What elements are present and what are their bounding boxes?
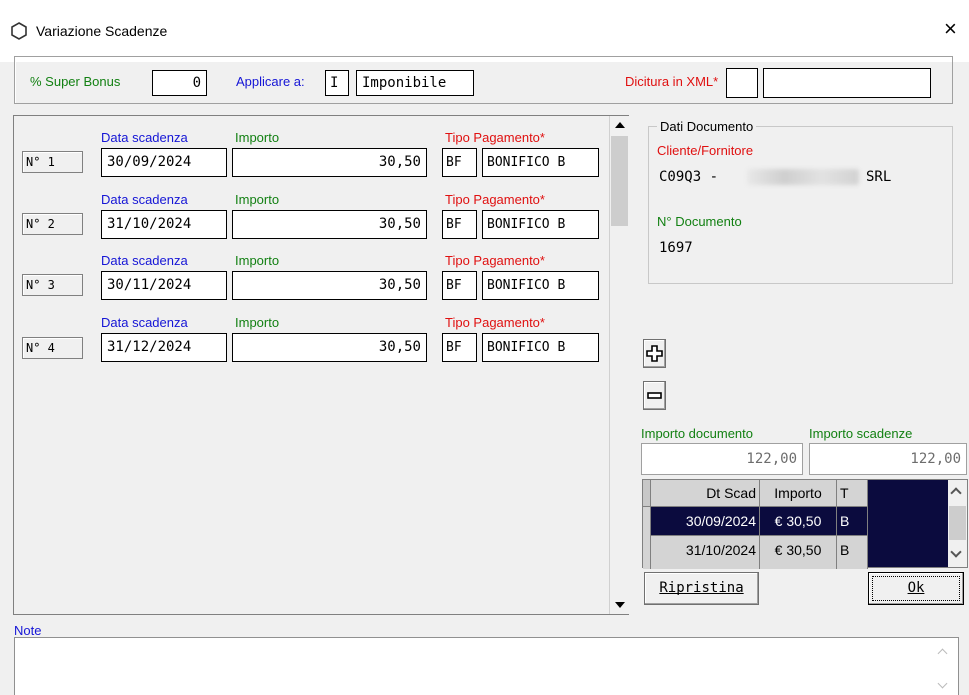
close-icon[interactable]: × xyxy=(944,16,957,42)
grid-cell-amount-2[interactable]: € 30,50 xyxy=(760,535,837,569)
amount-input-4[interactable]: 30,50 xyxy=(232,333,427,362)
scroll-down-icon[interactable] xyxy=(615,602,625,608)
pay-code-input-2[interactable]: BF xyxy=(442,210,477,239)
pay-label-4: Tipo Pagamento* xyxy=(445,315,545,330)
remove-button[interactable] xyxy=(643,381,666,410)
grid-header-blank xyxy=(643,480,651,507)
note-scroll-up-icon[interactable] xyxy=(937,648,948,659)
date-label-2: Data scadenza xyxy=(101,192,188,207)
super-bonus-label: % Super Bonus xyxy=(30,74,121,89)
pay-label-3: Tipo Pagamento* xyxy=(445,253,545,268)
amount-label-2: Importo xyxy=(235,192,280,207)
ripristina-label: Ripristina xyxy=(659,580,744,596)
pay-desc-input-3[interactable]: BONIFICO B xyxy=(482,271,599,300)
importo-scadenze-label: Importo scadenze xyxy=(809,426,913,441)
pay-code-input-3[interactable]: BF xyxy=(442,271,477,300)
pay-desc-input-2[interactable]: BONIFICO B xyxy=(482,210,599,239)
applicare-desc-input[interactable]: Imponibile xyxy=(356,70,474,96)
applicare-code-input[interactable]: I xyxy=(325,70,349,96)
dicitura-desc-input[interactable] xyxy=(763,68,931,98)
pay-code-input-4[interactable]: BF xyxy=(442,333,477,362)
redacted-name xyxy=(747,169,859,185)
pay-label-2: Tipo Pagamento* xyxy=(445,192,545,207)
note-label: Note xyxy=(14,623,42,638)
cliente-suffix: SRL xyxy=(866,169,892,185)
scroll-up-icon[interactable] xyxy=(615,122,625,128)
grid-scroll-thumb[interactable] xyxy=(949,506,966,540)
row-number-2: N° 2 xyxy=(22,213,83,235)
ok-label: Ok xyxy=(907,580,925,596)
date-label-4: Data scadenza xyxy=(101,315,188,330)
grid-scroll-down-icon[interactable] xyxy=(950,546,962,558)
amount-input-2[interactable]: 30,50 xyxy=(232,210,427,239)
pay-desc-input-4[interactable]: BONIFICO B xyxy=(482,333,599,362)
scadenze-grid[interactable]: Dt Scad Importo T 30/09/2024 € 30,50 B 3… xyxy=(642,479,968,569)
amount-input-1[interactable]: 30,50 xyxy=(232,148,427,177)
grid-scrollbar[interactable] xyxy=(948,480,967,567)
grid-header-t: T xyxy=(837,480,868,507)
grid-cell-amount-1[interactable]: € 30,50 xyxy=(760,507,837,535)
date-label-1: Data scadenza xyxy=(101,130,188,145)
window-title: Variazione Scadenze xyxy=(36,23,168,39)
super-bonus-input[interactable]: 0 xyxy=(152,70,207,96)
scroll-thumb[interactable] xyxy=(611,136,628,226)
doc-number-value: 1697 xyxy=(659,240,693,256)
row-number-3: N° 3 xyxy=(22,274,83,296)
amount-input-3[interactable]: 30,50 xyxy=(232,271,427,300)
grid-row-selected-marker xyxy=(643,507,651,535)
note-scroll-down-icon[interactable] xyxy=(937,678,948,689)
applicare-label: Applicare a: xyxy=(236,74,305,89)
date-input-4[interactable]: 31/12/2024 xyxy=(101,333,227,362)
cliente-code: C09Q3 - xyxy=(659,169,719,185)
date-input-1[interactable]: 30/09/2024 xyxy=(101,148,227,177)
row-number-1: N° 1 xyxy=(22,151,83,173)
scadenze-scrollbar[interactable] xyxy=(609,116,629,614)
ripristina-button[interactable]: Ripristina xyxy=(644,572,759,605)
grid-cell-type-1[interactable]: B xyxy=(837,507,868,535)
date-label-3: Data scadenza xyxy=(101,253,188,268)
app-icon xyxy=(10,22,28,40)
note-textarea[interactable] xyxy=(14,637,959,695)
grid-header-dtscad: Dt Scad xyxy=(651,480,760,507)
grid-cell-type-2[interactable]: B xyxy=(837,535,868,569)
ok-button[interactable]: Ok xyxy=(868,572,964,605)
pay-label-1: Tipo Pagamento* xyxy=(445,130,545,145)
grid-scroll-up-icon[interactable] xyxy=(950,487,962,499)
pay-desc-input-1[interactable]: BONIFICO B xyxy=(482,148,599,177)
scadenze-panel xyxy=(13,115,629,615)
dicitura-code-input[interactable] xyxy=(726,68,758,98)
doc-number-label: N° Documento xyxy=(657,214,742,229)
importo-documento-label: Importo documento xyxy=(641,426,754,441)
amount-label-4: Importo xyxy=(235,315,280,330)
row-number-4: N° 4 xyxy=(22,337,83,359)
importo-documento-value: 122,00 xyxy=(641,443,803,475)
add-button[interactable] xyxy=(643,339,666,368)
dati-documento-title: Dati Documento xyxy=(657,119,757,134)
plus-icon xyxy=(646,345,663,362)
amount-label-3: Importo xyxy=(235,253,280,268)
pay-code-input-1[interactable]: BF xyxy=(442,148,477,177)
date-input-2[interactable]: 31/10/2024 xyxy=(101,210,227,239)
importo-scadenze-value: 122,00 xyxy=(809,443,967,475)
amount-label-1: Importo xyxy=(235,130,280,145)
grid-row-marker-2 xyxy=(643,535,651,569)
grid-header-importo: Importo xyxy=(760,480,837,507)
grid-cell-date-2[interactable]: 31/10/2024 xyxy=(651,535,760,569)
date-input-3[interactable]: 30/11/2024 xyxy=(101,271,227,300)
cliente-label: Cliente/Fornitore xyxy=(657,143,754,158)
dicitura-label: Dicitura in XML* xyxy=(625,74,719,89)
grid-cell-date-1[interactable]: 30/09/2024 xyxy=(651,507,760,535)
minus-icon xyxy=(647,392,662,399)
